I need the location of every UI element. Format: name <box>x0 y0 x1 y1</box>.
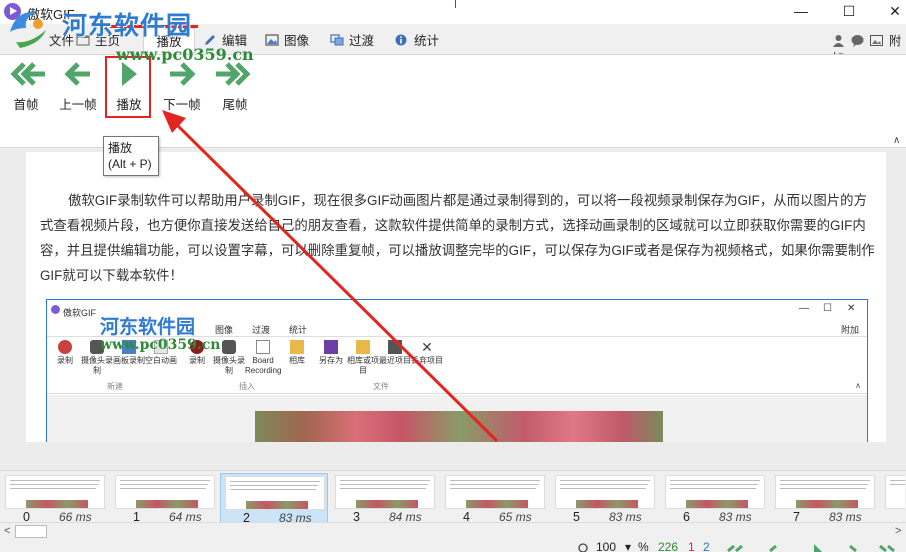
first-frame-icon <box>10 62 45 86</box>
current-frame: 2 <box>703 540 710 552</box>
status-play-icon[interactable] <box>812 544 824 552</box>
embedded-app-icon <box>51 305 60 314</box>
status-next-frame-icon[interactable] <box>844 545 864 552</box>
embedded-tab-image: 图像 <box>215 325 234 335</box>
first-frame-label: 首帧 <box>13 98 39 112</box>
embedded-watermark-site-name: 河东软件园 <box>100 316 196 338</box>
next-frame-label: 下一帧 <box>163 98 201 112</box>
tab-stats[interactable]: 统计 <box>395 28 439 54</box>
status-bar: 100 ▾ % 226 1 2 <box>0 539 906 552</box>
frame-thumbnail <box>555 475 655 509</box>
embedded-btn-discard: ✕ 丢弃项目 <box>411 339 443 365</box>
play-button-highlight <box>105 56 151 118</box>
frame-count: 226 <box>658 540 679 552</box>
status-previous-frame-icon[interactable] <box>766 545 786 552</box>
status-last-frame-icon[interactable] <box>876 545 902 552</box>
minimize-button[interactable]: — <box>778 0 824 24</box>
next-frame-icon <box>170 62 196 86</box>
frame-thumbnail <box>5 475 105 509</box>
frame-thumbnail <box>335 475 435 509</box>
embedded-btn-library: 相库 <box>281 340 313 366</box>
embedded-btn-recent: 最近项目 <box>379 340 411 366</box>
frame-item[interactable]: 7 83 ms <box>771 473 879 524</box>
embedded-attach-label: 附加 <box>841 325 860 335</box>
previous-frame-button[interactable]: 上一帧 <box>53 61 103 113</box>
frame-strip: 0 66 ms 1 64 ms 2 83 ms 3 84 ms 4 65 ms … <box>0 470 906 525</box>
maximize-button[interactable]: ☐ <box>826 0 872 24</box>
last-frame-icon <box>216 62 251 86</box>
frame-item[interactable]: 4 65 ms <box>441 473 549 524</box>
frame-item[interactable]: 6 83 ms <box>661 473 769 524</box>
embedded-tab-stats: 统计 <box>289 325 308 335</box>
image-icon <box>265 34 279 46</box>
tab-image-label: 图像 <box>284 34 310 48</box>
frame-strip-scrollbar[interactable]: < > <box>0 522 906 539</box>
embedded-btn-library-project: 相库或项目 <box>347 340 379 376</box>
zoom-value[interactable]: 100 <box>596 540 616 552</box>
embedded-group-new: 新建 <box>107 382 123 391</box>
app-window: 傲软GIF — ☐ ✕ 文件 主页 播放 编辑 图像 过渡 统计 附加 <box>0 0 906 552</box>
embedded-title: 傲软GIF <box>63 308 96 318</box>
embedded-canvas <box>47 395 867 442</box>
status-first-frame-icon[interactable] <box>724 545 750 552</box>
last-frame-label: 尾帧 <box>222 98 248 112</box>
scroll-right-button[interactable]: > <box>895 525 901 537</box>
embedded-group-file: 文件 <box>373 382 389 391</box>
scroll-thumb[interactable] <box>15 525 47 538</box>
attach-icon[interactable] <box>870 34 883 47</box>
tooltip-shortcut: (Alt + P) <box>108 157 152 171</box>
watermark-url: www.pc0359.cn <box>116 45 254 64</box>
selected-count: 1 <box>688 540 695 552</box>
previous-frame-icon <box>64 62 90 86</box>
frame-thumbnail <box>115 475 215 509</box>
embedded-btn-board-recording: Board Recording <box>245 340 281 376</box>
frame-thumbnail <box>885 475 905 509</box>
transition-icon <box>330 34 344 46</box>
zoom-unit: % <box>638 540 649 552</box>
next-frame-button[interactable]: 下一帧 <box>157 61 207 113</box>
embedded-tab-transition: 过渡 <box>252 325 271 335</box>
frame-item[interactable]: 5 83 ms <box>551 473 659 524</box>
frame-thumbnail <box>775 475 875 509</box>
zoom-dropdown-icon[interactable]: ▾ <box>625 540 631 552</box>
scroll-left-button[interactable]: < <box>4 525 10 537</box>
zoom-icon <box>578 543 588 552</box>
embedded-minimize-icon: — <box>799 303 809 314</box>
tab-transition[interactable]: 过渡 <box>330 28 374 54</box>
header-right-tools: 附加 <box>832 32 906 65</box>
frame-thumbnail <box>225 476 325 510</box>
tab-stats-label: 统计 <box>414 34 440 48</box>
first-frame-button[interactable]: 首帧 <box>1 61 51 113</box>
caption-divider <box>455 0 456 8</box>
frame-thumbnail <box>665 475 765 509</box>
embedded-btn-record: 录制 <box>49 340 81 366</box>
article-text: 傲软GIF录制软件可以帮助用户录制GIF，现在很多GIF动画图片都是通过录制得到… <box>40 193 875 283</box>
embedded-watermark-url: www.pc0359.cn <box>100 337 221 353</box>
frame-thumbnail <box>445 475 545 509</box>
frame-item[interactable]: 1 64 ms <box>111 473 219 524</box>
embedded-photo <box>255 411 663 442</box>
watermark-logo-icon <box>10 11 46 48</box>
frame-item[interactable]: 3 84 ms <box>331 473 439 524</box>
tab-transition-label: 过渡 <box>349 34 375 48</box>
embedded-collapse-icon: ∧ <box>855 381 861 390</box>
frame-item-partial[interactable] <box>881 473 905 523</box>
embedded-close-icon: ✕ <box>847 303 856 314</box>
last-frame-button[interactable]: 尾帧 <box>210 61 260 113</box>
info-icon <box>395 34 407 46</box>
tab-image[interactable]: 图像 <box>265 28 309 54</box>
play-tooltip: 播放 (Alt + P) <box>103 136 159 176</box>
chat-icon[interactable] <box>851 34 864 47</box>
embedded-group-insert: 插入 <box>239 382 255 391</box>
embedded-maximize-icon: ☐ <box>823 303 832 314</box>
watermark-site-name: 河东软件园 <box>62 11 193 40</box>
tooltip-title: 播放 <box>108 141 133 155</box>
user-icon[interactable] <box>832 34 845 47</box>
frame-item-selected[interactable]: 2 83 ms <box>220 473 328 525</box>
close-button[interactable]: ✕ <box>872 0 906 24</box>
frame-item[interactable]: 0 66 ms <box>1 473 109 524</box>
previous-frame-label: 上一帧 <box>59 98 97 112</box>
embedded-btn-save-as: 另存为 <box>315 340 347 366</box>
ribbon-collapse-icon[interactable]: ∧ <box>893 135 900 146</box>
